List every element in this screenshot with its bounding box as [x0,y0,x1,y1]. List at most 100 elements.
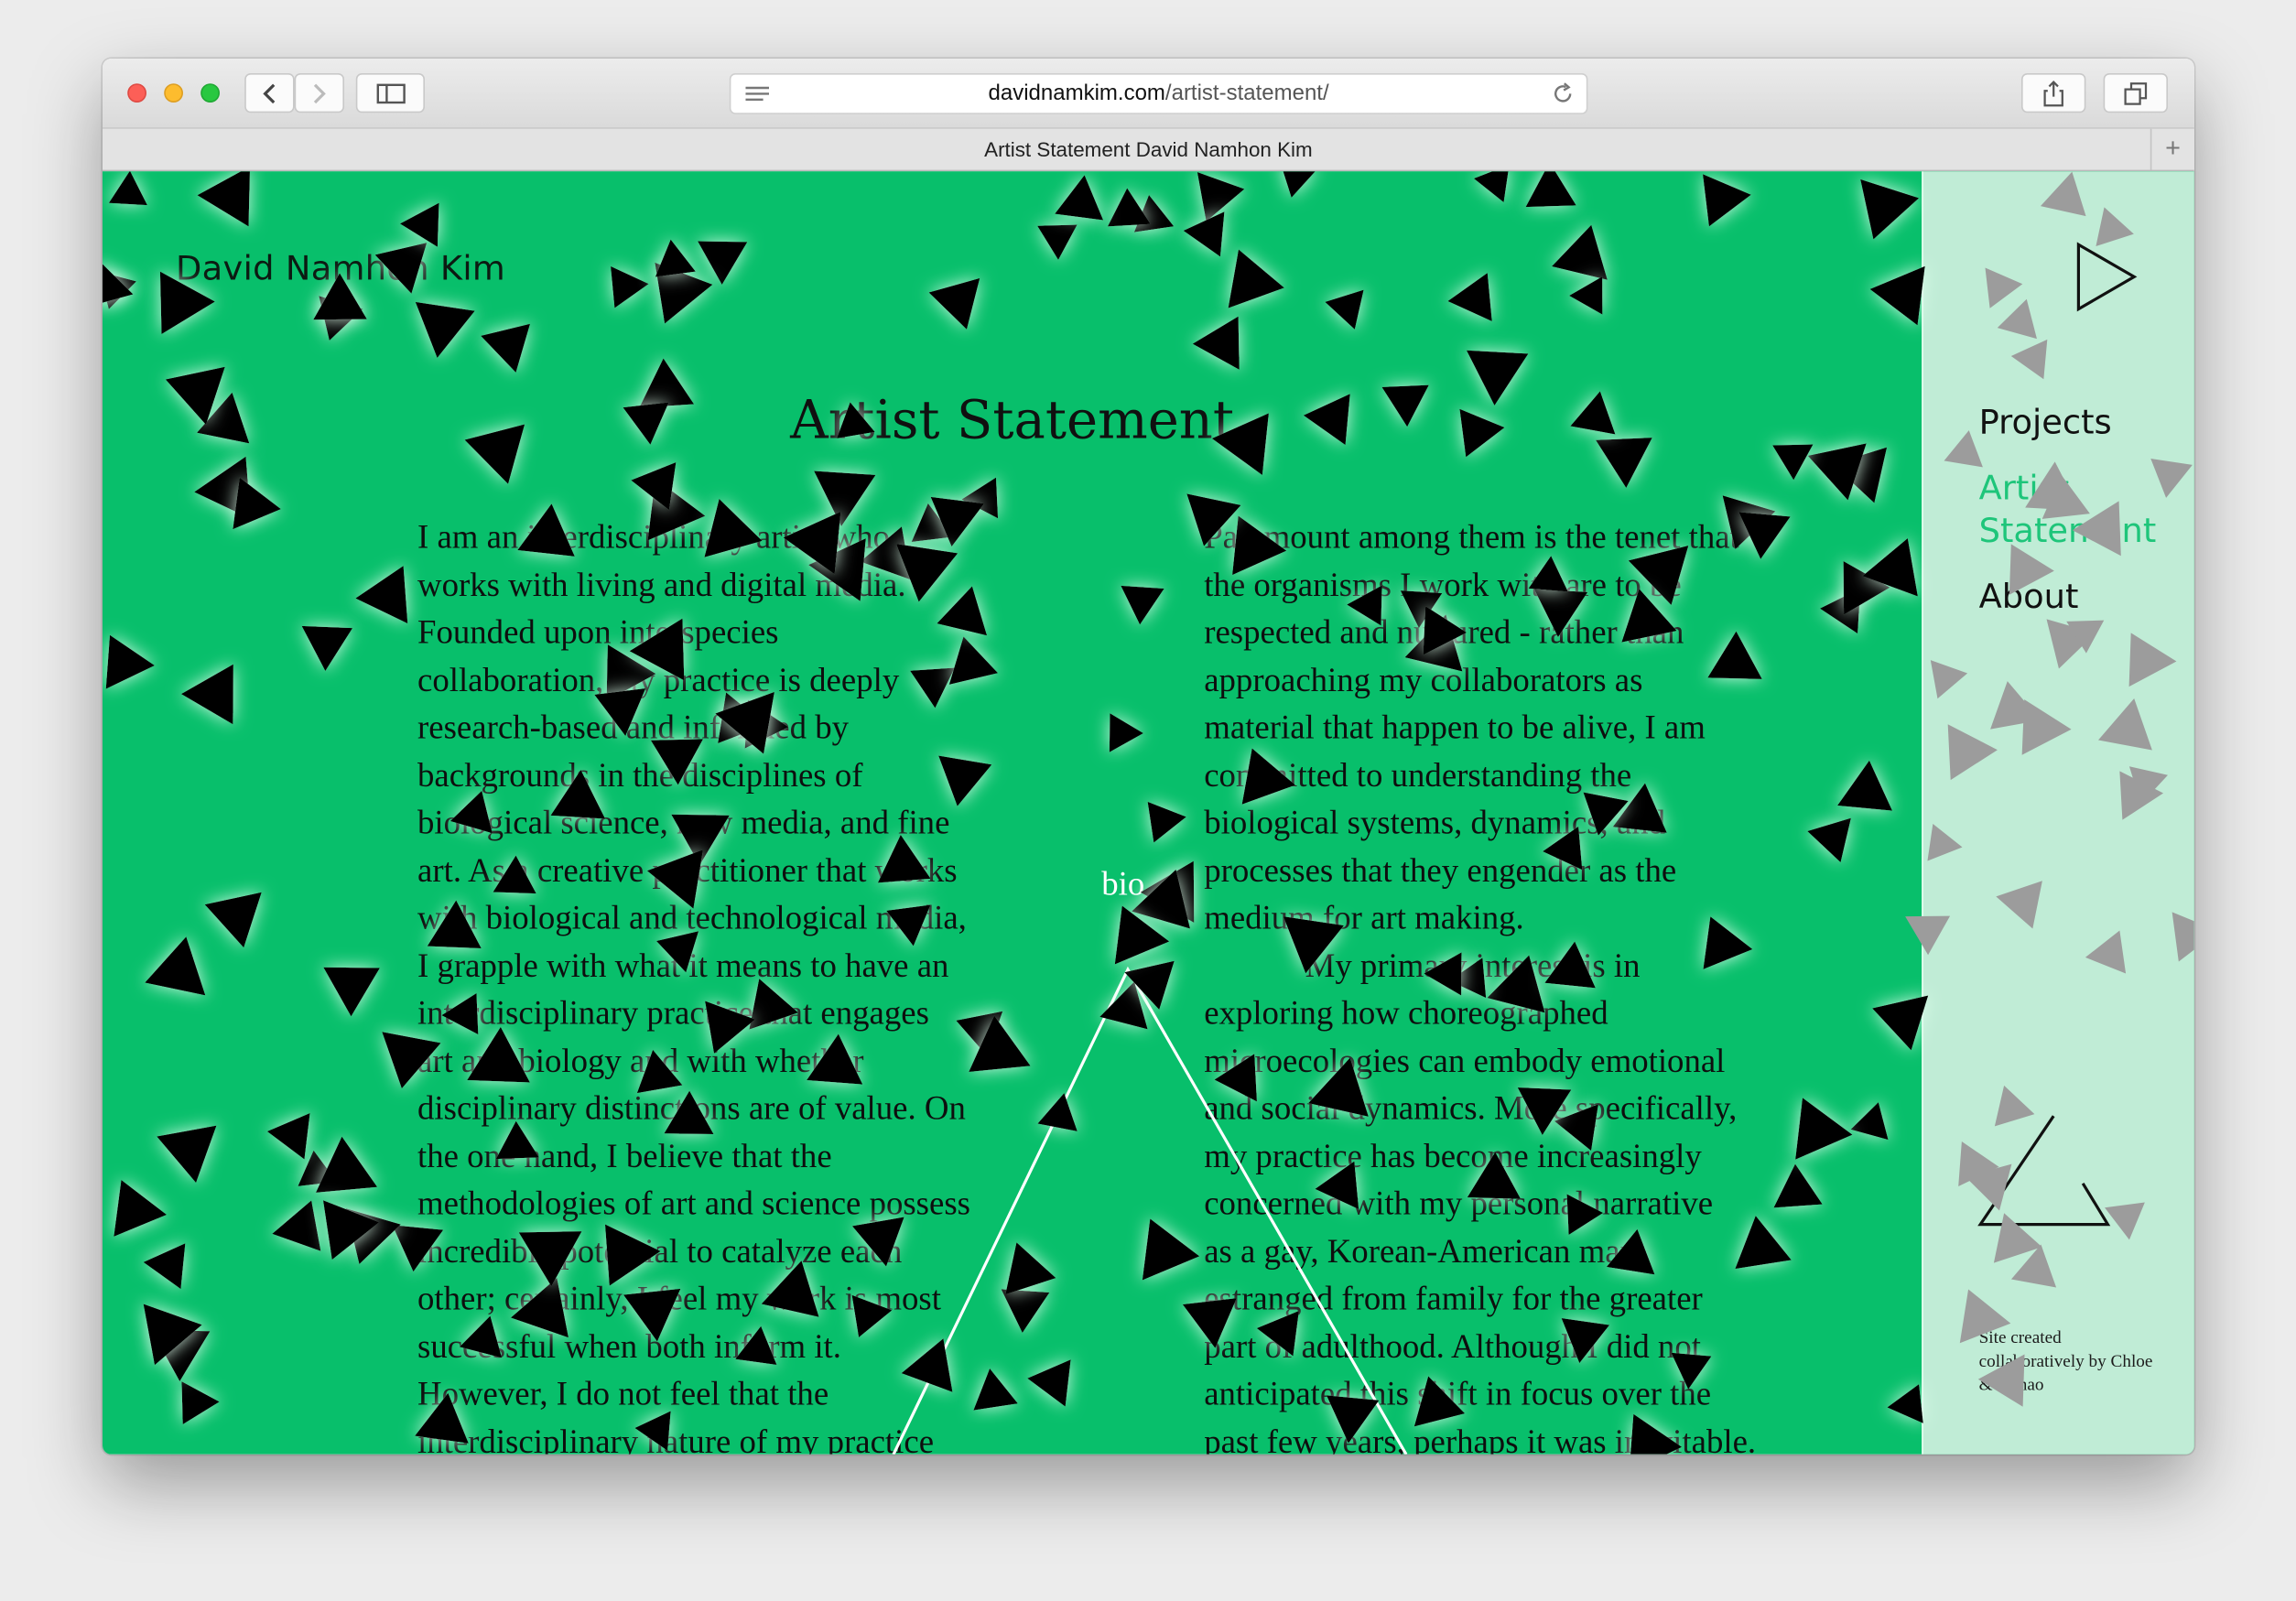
triangle-particle [2128,633,2177,687]
triangle-particle [1533,589,1588,637]
triangle-particle [1994,1085,2035,1127]
triangle-particle [1055,175,1104,221]
triangle-particle [1005,1242,1056,1295]
triangle-particle [604,1224,661,1286]
triangle-particle [1944,430,1983,468]
triangle-particle [886,904,931,947]
triangle-particle [374,243,428,294]
triangle-particle [639,358,695,408]
triangle-particle [493,855,536,894]
triangle-particle [518,1231,582,1287]
triangle-particle [1283,171,1316,198]
triangle-particle [1703,916,1753,969]
triangle-particle [1860,178,1920,240]
triangle-particle [1552,224,1608,280]
triangle-particle [157,1125,217,1184]
triangle-particle [623,402,669,445]
address-bar[interactable]: davidnamkim.com/artist-statement/ [729,73,1588,114]
triangle-particle [510,1277,569,1338]
triangle-particle [550,769,606,819]
triangle-particle [1241,748,1296,805]
triangle-particle [655,239,696,277]
triangle-particle [2021,699,2072,755]
triangle-particle [2085,930,2127,974]
triangle-particle [2105,1202,2145,1240]
triangle-particle [301,625,353,671]
triangle-particle [204,892,262,948]
triangle-particle [415,301,475,359]
triangle-particle [233,477,281,530]
triangle-particle [415,1392,469,1444]
tabs-overview-button[interactable] [2103,73,2168,114]
triangle-particle [735,1325,777,1366]
reload-icon[interactable] [1551,82,1575,106]
triangle-particle [1315,1161,1359,1209]
triangle-particle [704,498,763,557]
triangle-particle [851,1217,904,1267]
triangle-particle [1466,350,1529,406]
browser-window: davidnamkim.com/artist-statement/ Artist… [103,59,2194,1455]
triangle-particle [1887,1384,1923,1423]
triangle-particle [1566,1194,1604,1235]
triangle-particle [1211,413,1269,476]
triangle-particle [655,931,699,973]
triangle-particle [1037,224,1078,260]
sidebar-icon [375,82,405,103]
triangle-particle [1997,298,2037,340]
triangle-particle [459,1315,503,1358]
triangle-particle [1795,1098,1853,1160]
triangle-particle [705,1001,755,1054]
triangle-particle [2098,698,2152,751]
share-button[interactable] [2021,73,2086,114]
reader-icon[interactable] [745,86,769,103]
triangle-particle [623,1288,681,1342]
tab-title[interactable]: Artist Statement David Namhon Kim [984,137,1313,161]
triangle-particle [1424,952,1462,996]
triangle-particle [1570,391,1616,435]
triangle-particle [1228,249,1284,308]
triangle-particle [1183,211,1225,257]
triangle-particle [1837,760,1893,811]
sidebar-toggle-button[interactable] [355,73,425,114]
triangle-particle [1027,1359,1071,1407]
triangle-particle [1850,1102,1889,1141]
triangle-particle [399,202,439,247]
triangle-particle [313,273,367,320]
triangle-particle [1947,724,1998,781]
triangle-particle [1413,1376,1466,1427]
triangle-particle [1985,267,2023,308]
triangle-particle [2025,461,2080,511]
triangle-particle [1001,1289,1050,1333]
triangle-particle [441,992,479,1035]
triangle-particle [1487,955,1545,1013]
back-button[interactable] [244,73,295,114]
triangle-particle [1037,1093,1078,1131]
triangle-particle [1554,1104,1598,1152]
triangle-particle [1930,660,1968,699]
triangle-particle [1192,316,1240,370]
triangle-particle [355,566,408,624]
triangle-particle [272,1200,321,1251]
triangle-particle [1459,408,1505,458]
triangle-particle [698,241,748,286]
triangle-particle [1121,585,1164,625]
triangle-particle [611,265,649,308]
chevron-right-icon [313,82,326,103]
zoom-window-button[interactable] [200,83,220,103]
triangle-particle [938,755,992,806]
minimize-window-button[interactable] [164,83,183,103]
triangle-particle [427,900,482,948]
tab-bar: Artist Statement David Namhon Kim + [103,128,2194,172]
triangle-particle [2150,458,2193,498]
triangle-particle [323,967,380,1017]
triangle-particle [449,790,493,834]
triangle-particle [2009,544,2054,595]
triangle-particle [1308,1057,1369,1117]
triangle-particle [481,323,531,373]
triangle-particle [517,503,575,557]
triangle-particle [1147,801,1186,843]
forward-button[interactable] [294,73,344,114]
new-tab-button[interactable]: + [2150,128,2194,170]
close-window-button[interactable] [127,83,146,103]
triangle-particle [114,1179,168,1237]
